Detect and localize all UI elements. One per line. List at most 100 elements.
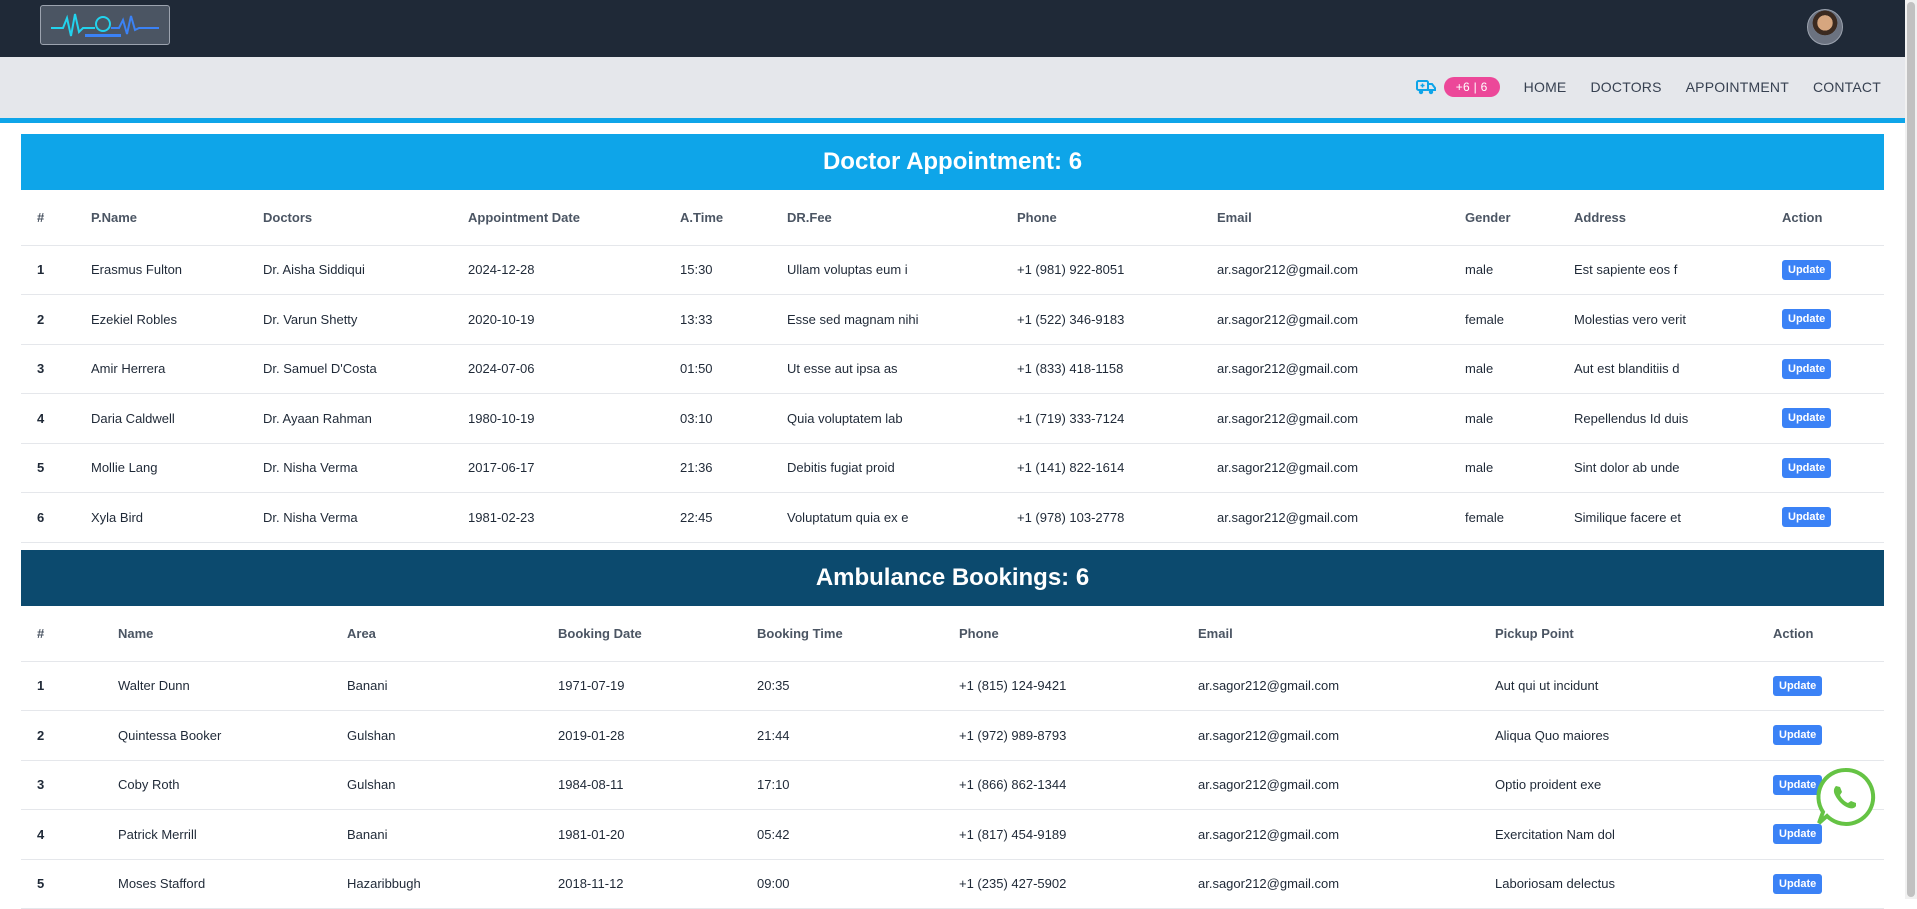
column-header: # <box>21 606 102 662</box>
action-cell: Update <box>1757 859 1884 909</box>
table-cell: Gulshan <box>331 760 542 810</box>
table-cell: ar.sagor212@gmail.com <box>1201 245 1449 295</box>
table-cell: 2024-07-06 <box>452 344 664 394</box>
table-cell: 1981-01-20 <box>542 809 741 860</box>
nav-appointment[interactable]: APPOINTMENT <box>1686 79 1789 95</box>
table-header-row: # Name Area Booking Date Booking Time Phone Em… <box>21 606 1884 662</box>
table-cell: 17:10 <box>741 760 943 810</box>
action-cell: Update <box>1766 344 1884 394</box>
action-cell: Update <box>1766 294 1884 345</box>
table-cell: 21:44 <box>741 710 943 761</box>
table-cell: Walter Dunn <box>102 661 331 711</box>
table-cell: ar.sagor212@gmail.com <box>1201 492 1449 543</box>
table-cell: +1 (817) 454-9189 <box>943 809 1182 860</box>
update-button[interactable]: Update <box>1782 457 1832 478</box>
table-cell: Mollie Lang <box>75 443 247 493</box>
column-header: Action <box>1766 190 1884 246</box>
table-cell: +1 (978) 103-2778 <box>1001 492 1201 543</box>
heartbeat-logo-icon[interactable] <box>40 5 170 45</box>
update-button[interactable]: Update <box>1782 309 1832 330</box>
table-cell: Voluptatum quia ex e <box>771 492 1001 543</box>
table-cell: +1 (235) 427-5902 <box>943 859 1182 909</box>
update-button[interactable]: Update <box>1782 408 1832 429</box>
nav-contact[interactable]: CONTACT <box>1813 79 1881 95</box>
table-cell: ar.sagor212@gmail.com <box>1201 294 1449 345</box>
table-cell: 1 <box>21 245 75 295</box>
table-cell: 3 <box>21 760 102 810</box>
table-cell: 01:50 <box>664 344 771 394</box>
table-cell: 2 <box>21 710 102 761</box>
update-button[interactable]: Update <box>1782 507 1832 528</box>
table-cell: male <box>1449 443 1558 493</box>
table-cell: Amir Herrera <box>75 344 247 394</box>
table-row: 4 Daria Caldwell Dr. Ayaan Rahman 1980-10-1… <box>21 393 1884 444</box>
table-cell: Sint dolor ab unde <box>1558 443 1766 493</box>
table-cell: Dr. Varun Shetty <box>247 294 452 345</box>
page-scrollbar[interactable] <box>1905 0 1917 899</box>
whatsapp-icon[interactable] <box>1814 766 1876 828</box>
table-row: 1 Erasmus Fulton Dr. Aisha Siddiqui 2024-12… <box>21 245 1884 295</box>
table-cell: Banani <box>331 809 542 860</box>
ambulance-cart[interactable]: +6 | 6 <box>1415 77 1500 97</box>
column-header: Phone <box>1001 190 1201 246</box>
table-cell: Optio proident exe <box>1479 760 1757 810</box>
action-cell: Update <box>1766 443 1884 493</box>
nav-menu: +6 | 6 HOME DOCTORS APPOINTMENT CONTACT <box>1415 77 1881 97</box>
table-row: 1 Walter Dunn Banani 1971-07-19 20:35 +1 (815… <box>21 661 1884 711</box>
table-row: 6 Xyla Bird Dr. Nisha Verma 1981-02-23 22:45… <box>21 492 1884 543</box>
table-cell: Quintessa Booker <box>102 710 331 761</box>
table-cell: 03:10 <box>664 393 771 444</box>
table-cell: 15:30 <box>664 245 771 295</box>
table-cell: Similique facere et <box>1558 492 1766 543</box>
table-row: 5 Mollie Lang Dr. Nisha Verma 2017-06-17 21:… <box>21 443 1884 493</box>
doctor-appointment-table: # P.Name Doctors Appointment Date A.Time DR.F… <box>21 190 1884 543</box>
table-cell: ar.sagor212@gmail.com <box>1182 760 1479 810</box>
table-cell: ar.sagor212@gmail.com <box>1201 443 1449 493</box>
column-header: Booking Time <box>741 606 943 662</box>
update-button[interactable]: Update <box>1773 675 1823 696</box>
column-header: # <box>21 190 75 246</box>
table-cell: Dr. Samuel D'Costa <box>247 344 452 394</box>
table-cell: +1 (815) 124-9421 <box>943 661 1182 711</box>
column-header: P.Name <box>75 190 247 246</box>
table-cell: Xyla Bird <box>75 492 247 543</box>
column-header: Pickup Point <box>1479 606 1757 662</box>
update-button[interactable]: Update <box>1782 259 1832 280</box>
scrollbar-thumb[interactable] <box>1907 2 1915 897</box>
table-cell: ar.sagor212@gmail.com <box>1182 710 1479 761</box>
doctor-appointment-section: Doctor Appointment: 6 # P.Name Doctors Appo… <box>21 134 1884 543</box>
table-cell: 2 <box>21 294 75 345</box>
column-header: Address <box>1558 190 1766 246</box>
table-cell: 2018-11-12 <box>542 859 741 909</box>
table-cell: Patrick Merrill <box>102 809 331 860</box>
user-avatar[interactable] <box>1807 9 1843 45</box>
column-header: Phone <box>943 606 1182 662</box>
update-button[interactable]: Update <box>1773 873 1823 894</box>
update-button[interactable]: Update <box>1773 725 1823 746</box>
table-cell: +1 (981) 922-8051 <box>1001 245 1201 295</box>
table-cell: 1984-08-11 <box>542 760 741 810</box>
table-cell: 1 <box>21 661 102 711</box>
ambulance-bookings-table: # Name Area Booking Date Booking Time Phone Em… <box>21 606 1884 909</box>
table-cell: 13:33 <box>664 294 771 345</box>
table-cell: +1 (833) 418-1158 <box>1001 344 1201 394</box>
table-cell: 3 <box>21 344 75 394</box>
table-row: 3 Coby Roth Gulshan 1984-08-11 17:10 +1 (866)… <box>21 760 1884 810</box>
table-cell: Moses Stafford <box>102 859 331 909</box>
update-button[interactable]: Update <box>1782 358 1832 379</box>
table-cell: 1981-02-23 <box>452 492 664 543</box>
doctor-appointment-title: Doctor Appointment: 6 <box>21 134 1884 190</box>
table-cell: Dr. Ayaan Rahman <box>247 393 452 444</box>
table-cell: 20:35 <box>741 661 943 711</box>
table-cell: Est sapiente eos f <box>1558 245 1766 295</box>
table-cell: 4 <box>21 809 102 860</box>
nav-home[interactable]: HOME <box>1524 79 1567 95</box>
table-cell: 2017-06-17 <box>452 443 664 493</box>
table-cell: Banani <box>331 661 542 711</box>
table-cell: 4 <box>21 393 75 444</box>
table-cell: +1 (522) 346-9183 <box>1001 294 1201 345</box>
table-cell: 6 <box>21 492 75 543</box>
action-cell: Update <box>1766 492 1884 543</box>
nav-doctors[interactable]: DOCTORS <box>1590 79 1661 95</box>
top-bar <box>0 0 1905 57</box>
